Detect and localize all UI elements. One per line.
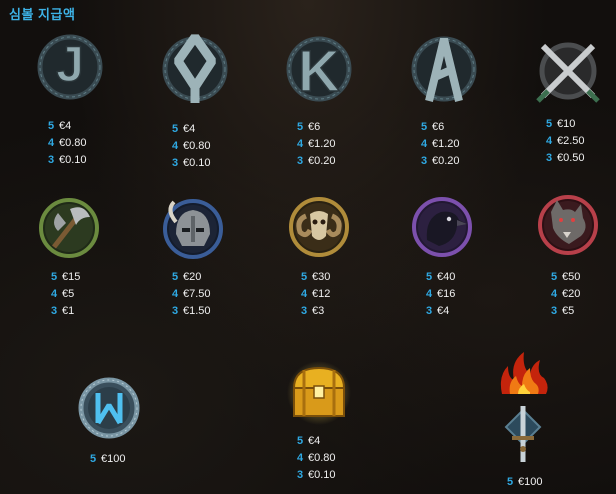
ram-skull-icon	[286, 194, 352, 265]
pay-row: 5 €4	[172, 123, 196, 135]
paytable-axe: 5 €15 4 €5 3 €1	[51, 269, 80, 320]
pay-row: 4 €1.20	[421, 138, 460, 150]
pay-row: 3 €1.50	[172, 305, 211, 317]
paytable-k: 5 €6 4 €1.20 3 €0.20	[297, 119, 336, 170]
battle-axe-icon	[36, 195, 102, 266]
pay-row: 3 €0.10	[172, 157, 211, 169]
paytable-q: 5 €4 4 €0.80 3 €0.10	[172, 121, 211, 172]
paytable-j: 5 €4 4 €0.80 3 €0.10	[48, 118, 87, 169]
pay-row: 4 €0.80	[172, 140, 211, 152]
crossed-swords-icon	[533, 36, 603, 111]
rune-a-icon: A	[409, 29, 479, 114]
paytable-a: 5 €6 4 €1.20 3 €0.20	[421, 119, 460, 170]
pay-row: 5 €6	[421, 121, 445, 133]
fire-icon	[496, 348, 552, 405]
pay-row: 5 €50	[551, 271, 581, 283]
pay-row: 3 €4	[426, 305, 450, 317]
pay-row: 5 €100	[507, 476, 543, 488]
pay-row: 3 €0.20	[297, 155, 336, 167]
paytable-chest: 5 €4 4 €0.80 3 €0.10	[297, 433, 336, 484]
pay-row: 5 €15	[51, 271, 81, 283]
paytable-raven: 5 €40 4 €16 3 €4	[426, 269, 455, 320]
pay-row: 4 €12	[301, 288, 331, 300]
paytable-sword: 5 €100	[507, 474, 542, 491]
pay-row: 4 €20	[551, 288, 581, 300]
pay-row: 4 €0.80	[48, 137, 87, 149]
paytable-ram: 5 €30 4 €12 3 €3	[301, 269, 330, 320]
viking-helmet-icon	[160, 196, 226, 267]
paytable-helmet: 5 €20 4 €7.50 3 €1.50	[172, 269, 211, 320]
pay-row: 5 €4	[297, 435, 321, 447]
treasure-chest-icon	[286, 360, 352, 431]
pay-row: 3 €0.10	[297, 469, 336, 481]
rune-k-icon: K	[284, 29, 354, 114]
pay-row: 5 €4	[48, 120, 72, 132]
wolf-icon	[535, 192, 601, 263]
sword-emblem-icon	[500, 404, 546, 471]
pay-row: 4 €7.50	[172, 288, 211, 300]
pay-row: 5 €6	[297, 121, 321, 133]
pay-row: 3 €0.50	[546, 152, 585, 164]
pay-row: 4 €1.20	[297, 138, 336, 150]
rune-q-icon: Q	[160, 29, 230, 114]
rune-j-icon: J	[35, 29, 105, 110]
paytable-crossed-swords: 5 €10 4 €2.50 3 €0.50	[546, 116, 585, 167]
pay-row: 5 €20	[172, 271, 202, 283]
pay-row: 5 €40	[426, 271, 456, 283]
pay-row: 3 €0.10	[48, 154, 87, 166]
wild-rune-icon	[76, 375, 142, 446]
pay-row: 5 €10	[546, 118, 576, 130]
pay-row: 4 €5	[51, 288, 75, 300]
pay-row: 4 €2.50	[546, 135, 585, 147]
rune-k-letter: K	[298, 39, 340, 104]
raven-icon	[409, 194, 475, 265]
paytable-wolf: 5 €50 4 €20 3 €5	[551, 269, 580, 320]
pay-row: 3 €3	[301, 305, 325, 317]
pay-row: 3 €5	[551, 305, 575, 317]
pay-row: 3 €0.20	[421, 155, 460, 167]
page-title: 심볼 지급액	[9, 7, 76, 22]
pay-row: 3 €1	[51, 305, 75, 317]
rune-j-letter: J	[56, 36, 84, 92]
pay-row: 5 €30	[301, 271, 331, 283]
pay-row: 5 €100	[90, 453, 126, 465]
pay-row: 4 €16	[426, 288, 456, 300]
paytable-wild: 5 €100	[90, 451, 125, 468]
pay-row: 4 €0.80	[297, 452, 336, 464]
